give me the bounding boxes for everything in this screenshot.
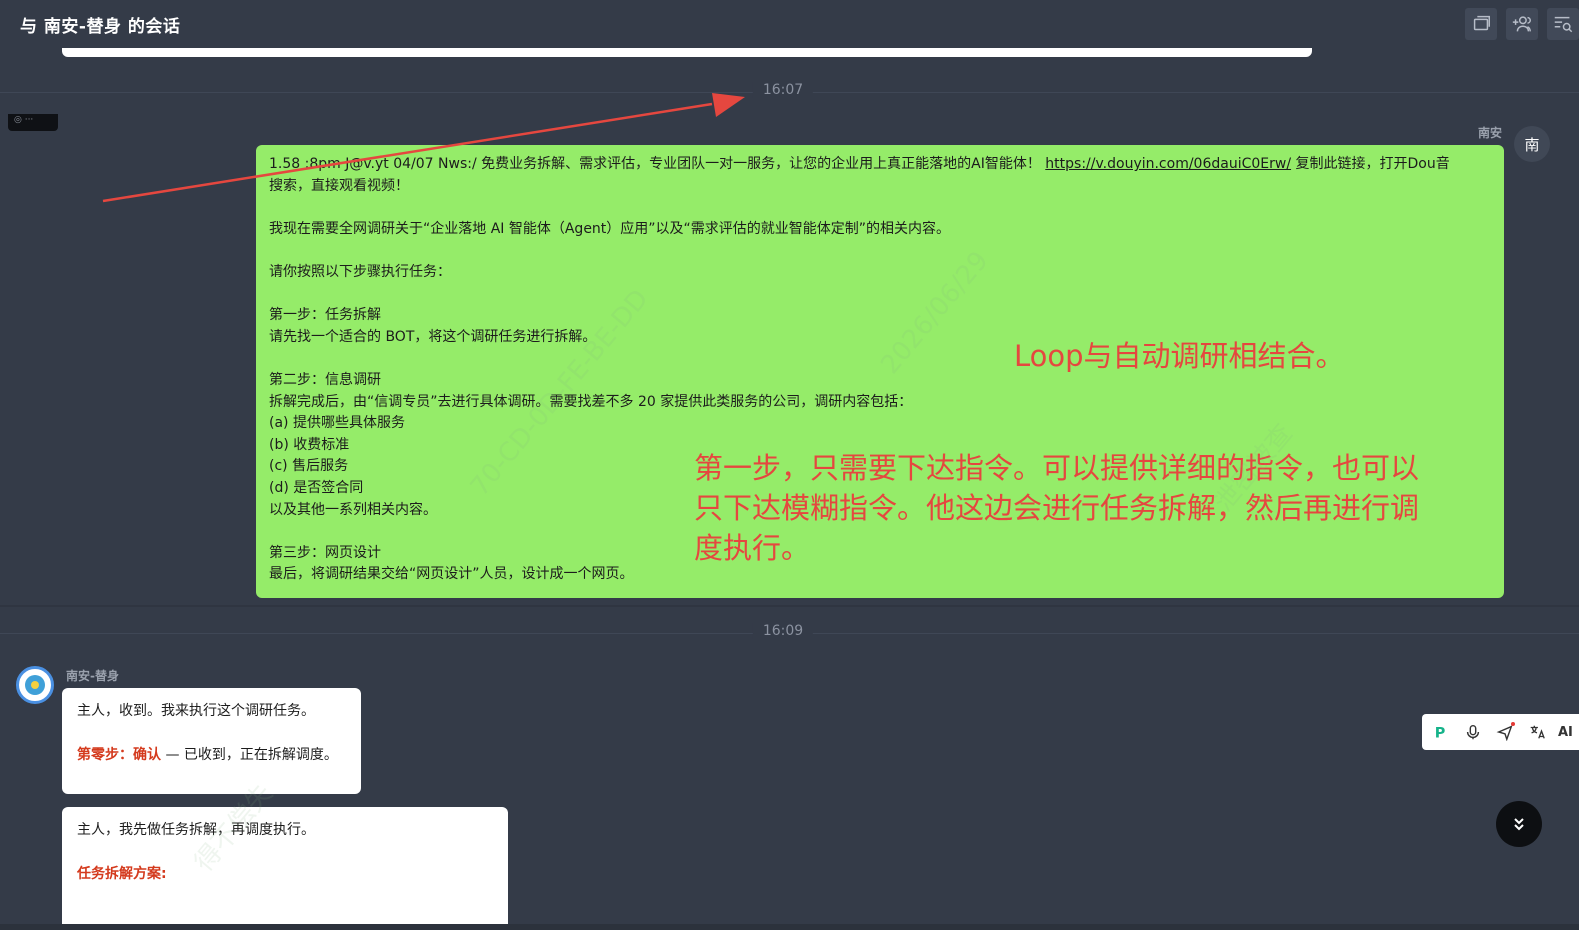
timestamp: 16:07 [752, 82, 814, 98]
plan-label: 任务拆解方案: [77, 866, 167, 882]
chat-header: 与 南安-替身 的会话 [0, 0, 1579, 48]
floating-toolbar: P AI [1422, 714, 1579, 750]
avatar-dot [31, 681, 39, 689]
header-actions [1465, 0, 1579, 48]
double-chevron-down-icon [1514, 818, 1524, 831]
message-line-blank [77, 841, 493, 863]
p-logo-icon: P [1435, 725, 1446, 741]
add-member-icon [1512, 16, 1531, 32]
bot-avatar[interactable] [16, 666, 54, 704]
floating-badge[interactable]: ◎ ··· [8, 114, 58, 131]
message-line: 第一步：任务拆解 [269, 307, 381, 324]
section-divider [0, 605, 1579, 607]
message-line: 主人，收到。我来执行这个调研任务。 [77, 703, 315, 719]
annotation-note: 第一步，只需要下达指令。可以提供详细的指令，也可以只下达模糊指令。他这边会进行任… [694, 451, 1420, 565]
message-line: 拆解完成后，由“信调专员”去进行具体调研。需要找差不多 20 家提供此类服务的公… [269, 393, 913, 410]
step-label: 第零步：确认 [77, 747, 161, 763]
microphone-icon [1466, 724, 1480, 740]
message-line [269, 240, 1491, 262]
send-button[interactable] [1494, 721, 1516, 743]
ai-button[interactable]: AI [1558, 725, 1573, 740]
message-line: 第零步：确认 — 已收到，正在拆解调度。 [77, 744, 346, 766]
step-text: — 已收到，正在拆解调度。 [161, 747, 338, 763]
search-history-button[interactable] [1547, 8, 1579, 40]
incoming-message-bubble[interactable]: 主人，收到。我来执行这个调研任务。 第零步：确认 — 已收到，正在拆解调度。 [62, 688, 361, 794]
microphone-button[interactable] [1462, 721, 1484, 743]
message-line: 我现在需要全网调研关于“企业落地 AI 智能体（Agent）应用”以及“需求评估… [269, 220, 951, 237]
annotation-note: Loop与自动调研相结合。 [1014, 339, 1345, 373]
bottom-bar [0, 924, 1579, 930]
timestamp: 16:09 [752, 623, 814, 639]
message-line [269, 284, 1491, 306]
svg-text:P: P [1435, 725, 1446, 741]
message-line: 任务拆解方案: [77, 863, 493, 885]
message-line: 请你按照以下步骤执行任务： [269, 263, 451, 280]
translate-button[interactable] [1526, 721, 1548, 743]
notification-dot [1511, 722, 1515, 726]
avatar-emblem [25, 675, 45, 695]
message-line: 主人，我先做任务拆解，再调度执行。 [77, 822, 315, 838]
translate-icon [1530, 725, 1545, 739]
chat-message-list[interactable]: 16:07 ◎ ··· 南安 南 1.58 :8pm J@v.yt 04/07 … [0, 48, 1579, 930]
message-line: 1.58 :8pm J@v.yt 04/07 Nws:/ 免费业务拆解、需求评估… [269, 156, 1450, 172]
message-line: 搜索，直接观看视频！ [269, 177, 409, 194]
search-history-icon [1554, 16, 1573, 33]
add-member-button[interactable] [1506, 8, 1538, 40]
conversation-title: 与 南安-替身 的会话 [20, 16, 181, 37]
avatar[interactable]: 南 [1514, 126, 1550, 162]
sender-name: 南安 [1477, 126, 1502, 140]
incoming-message-bubble[interactable]: 主人，我先做任务拆解，再调度执行。 任务拆解方案: [62, 807, 508, 930]
message-line: (a) 提供哪些具体服务 [269, 415, 405, 432]
message-line [269, 197, 1491, 219]
previous-message-bubble [62, 48, 1312, 57]
p-logo-button[interactable]: P [1430, 721, 1452, 743]
scroll-to-bottom-button[interactable] [1496, 801, 1542, 847]
douyin-link[interactable]: https://v.douyin.com/06dauiC0Erw/ [1045, 156, 1291, 172]
window-icon [1473, 15, 1490, 31]
sender-name: 南安-替身 [66, 669, 119, 683]
window-button[interactable] [1465, 8, 1497, 40]
message-line-blank [77, 722, 346, 744]
